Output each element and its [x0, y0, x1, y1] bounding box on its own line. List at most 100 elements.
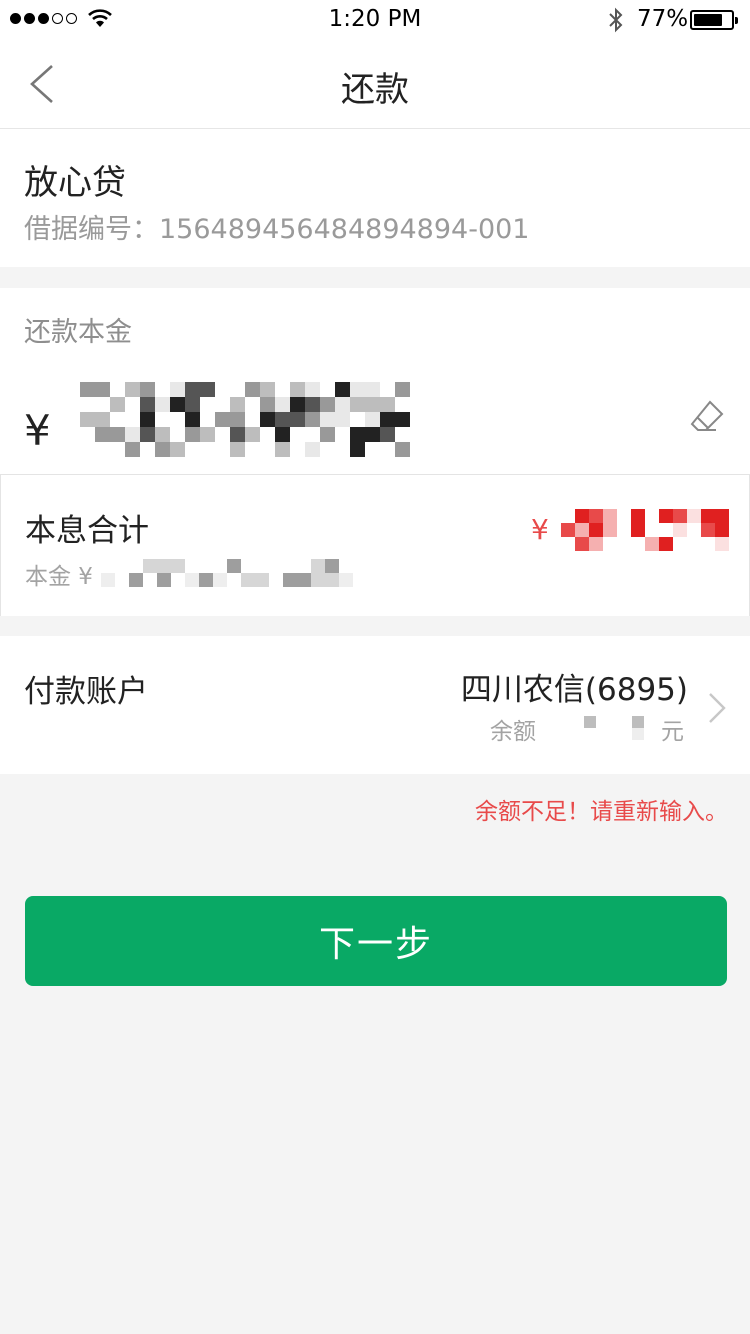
- chevron-right-icon: [709, 693, 726, 723]
- mosaic-cell: [596, 728, 608, 740]
- page-title: 还款: [341, 70, 409, 110]
- interest-breakdown-label: 利息 ¥: [225, 564, 293, 590]
- principal-card: 还款本金 ¥: [0, 288, 750, 474]
- mosaic-cell: [659, 537, 673, 551]
- mosaic-cell: [603, 509, 617, 523]
- battery-percent: 77%: [637, 6, 689, 32]
- mosaic-cell: [631, 509, 645, 523]
- mosaic-cell: [185, 573, 199, 587]
- redacted-mosaic: [560, 716, 644, 740]
- mosaic-cell: [584, 716, 596, 728]
- eraser-icon[interactable]: [684, 396, 728, 440]
- mosaic-cell: [687, 537, 701, 551]
- next-step-button[interactable]: 下一步: [25, 896, 727, 986]
- mosaic-cell: [596, 716, 608, 728]
- battery-nub: [735, 17, 738, 24]
- battery-icon: [690, 10, 738, 30]
- mosaic-cell: [325, 573, 339, 587]
- mosaic-cell: [101, 559, 115, 573]
- mosaic-cell: [297, 573, 311, 587]
- mosaic-cell: [101, 573, 115, 587]
- mosaic-cell: [617, 523, 631, 537]
- principal-amount-row: ¥: [0, 368, 750, 474]
- error-message: 余额不足！请重新输入。: [475, 799, 728, 825]
- mosaic-cell: [617, 509, 631, 523]
- mosaic-cell: [185, 559, 199, 573]
- mosaic-cell: [560, 728, 572, 740]
- mosaic-cell: [572, 716, 584, 728]
- mosaic-cell: [620, 716, 632, 728]
- total-currency: ¥: [531, 513, 549, 546]
- mosaic-cell: [631, 523, 645, 537]
- mosaic-cell: [589, 509, 603, 523]
- mosaic-cell: [339, 573, 353, 587]
- mosaic-cell: [575, 537, 589, 551]
- mosaic-cell: [715, 537, 729, 551]
- mosaic-cell: [620, 728, 632, 740]
- mosaic-cell: [701, 509, 715, 523]
- mosaic-cell: [199, 573, 213, 587]
- mosaic-cell: [645, 509, 659, 523]
- mosaic-cell: [325, 559, 339, 573]
- mosaic-cell: [129, 573, 143, 587]
- mosaic-cell: [673, 509, 687, 523]
- mosaic-cell: [199, 559, 213, 573]
- account-label: 付款账户: [24, 674, 148, 710]
- status-bar: 1:20 PM 77%: [0, 0, 750, 40]
- principal-label: 还款本金: [24, 317, 132, 348]
- mosaic-cell: [687, 509, 701, 523]
- mosaic-cell: [339, 559, 353, 573]
- mosaic-cell: [115, 559, 129, 573]
- total-card: 本息合计 本金 ¥ 利息 ¥ ¥: [0, 474, 750, 616]
- mosaic-cell: [171, 559, 185, 573]
- balance-unit: 元: [661, 719, 684, 745]
- mosaic-cell: [673, 537, 687, 551]
- bluetooth-icon: [609, 7, 623, 33]
- mosaic-cell: [575, 523, 589, 537]
- mosaic-cell: [608, 728, 620, 740]
- loan-info-card: 放心贷 借据编号：156489456484894894-001: [0, 129, 750, 267]
- mosaic-cell: [608, 716, 620, 728]
- mosaic-cell: [603, 537, 617, 551]
- payment-account-row[interactable]: 付款账户 四川农信(6895) 余额 元: [0, 636, 750, 774]
- principal-currency: ¥: [24, 406, 51, 455]
- receipt-number: 借据编号：156489456484894894-001: [24, 207, 530, 246]
- mosaic-cell: [115, 573, 129, 587]
- mosaic-cell: [561, 523, 575, 537]
- mosaic-cell: [659, 509, 673, 523]
- mosaic-cell: [311, 573, 325, 587]
- mosaic-cell: [715, 523, 729, 537]
- total-label: 本息合计: [25, 513, 149, 549]
- mosaic-cell: [143, 573, 157, 587]
- mosaic-cell: [715, 509, 729, 523]
- receipt-label: 借据编号：: [24, 214, 159, 245]
- mosaic-cell: [560, 716, 572, 728]
- mosaic-cell: [673, 523, 687, 537]
- mosaic-cell: [561, 537, 575, 551]
- principal-breakdown-label: 本金 ¥: [25, 564, 93, 590]
- mosaic-cell: [311, 559, 325, 573]
- mosaic-cell: [701, 523, 715, 537]
- mosaic-cell: [645, 523, 659, 537]
- mosaic-cell: [575, 509, 589, 523]
- mosaic-cell: [572, 728, 584, 740]
- mosaic-cell: [632, 716, 644, 728]
- mosaic-cell: [297, 559, 311, 573]
- mosaic-cell: [631, 537, 645, 551]
- mosaic-cell: [603, 523, 617, 537]
- mosaic-cell: [157, 573, 171, 587]
- mosaic-cell: [632, 728, 644, 740]
- mosaic-cell: [143, 559, 157, 573]
- mosaic-cell: [584, 728, 596, 740]
- balance-label: 余额: [490, 719, 536, 745]
- redacted-mosaic: [561, 509, 729, 551]
- nav-bar: 还款: [0, 40, 750, 129]
- mosaic-cell: [157, 559, 171, 573]
- mosaic-cell: [687, 523, 701, 537]
- bank-name: 四川农信(6895): [460, 672, 688, 708]
- principal-amount-input[interactable]: [70, 386, 634, 460]
- mosaic-cell: [171, 573, 185, 587]
- mosaic-cell: [659, 523, 673, 537]
- mosaic-cell: [589, 537, 603, 551]
- mosaic-cell: [561, 509, 575, 523]
